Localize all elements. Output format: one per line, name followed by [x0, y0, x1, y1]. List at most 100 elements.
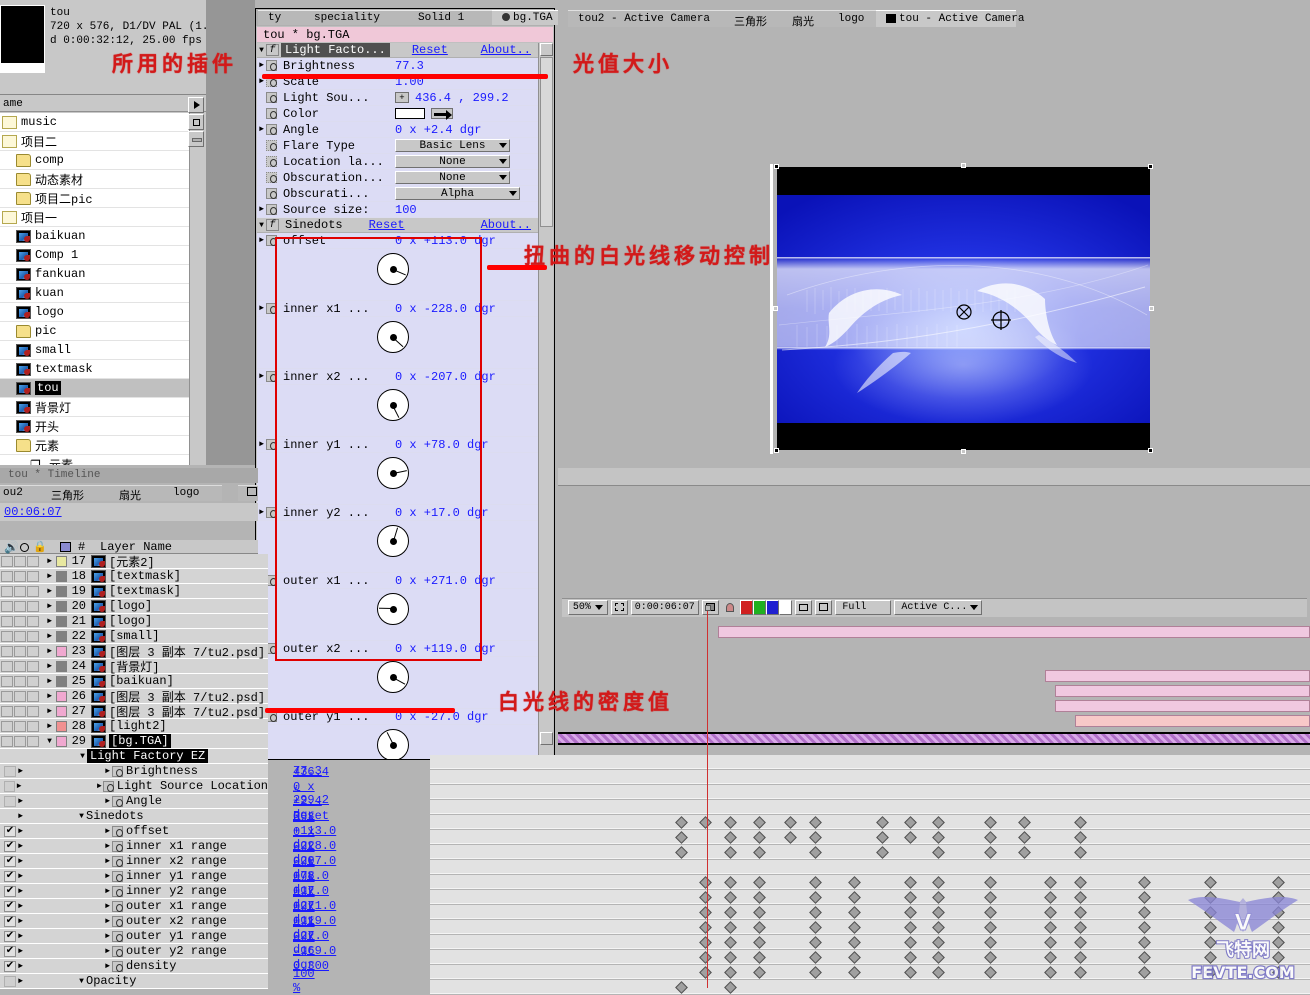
effect-tab[interactable]: Solid 1: [408, 10, 498, 25]
property-enable-checkbox[interactable]: [4, 765, 16, 777]
timeline-playhead[interactable]: [707, 608, 708, 988]
keyframe-row[interactable]: [430, 890, 1310, 904]
project-collapse-button[interactable]: [188, 131, 204, 147]
layer-color-swatch[interactable]: [56, 555, 67, 567]
keyframe-nav-icon[interactable]: ►: [16, 842, 25, 851]
layer-duration-bar[interactable]: [1055, 700, 1310, 712]
keyframe-nav-icon[interactable]: ►: [16, 962, 25, 971]
timeline-property-row[interactable]: ✔ ► ► inner x2 range 0 x -207.0 dgr: [0, 840, 336, 882]
parameter-value[interactable]: 436.4 , 299.2: [415, 91, 509, 105]
disclosure-triangle-icon[interactable]: ►: [45, 647, 54, 656]
effect-parameter-row[interactable]: ► Source size: 100: [257, 202, 553, 218]
project-item[interactable]: kuan: [0, 284, 189, 303]
disclosure-triangle-icon[interactable]: ►: [257, 236, 266, 245]
timeline-layer-row[interactable]: ► 18 [textmask]: [0, 569, 268, 584]
keyframe-nav-icon[interactable]: ►: [16, 977, 25, 986]
timeline-property-row[interactable]: ► ▼ Opacity 100 %: [0, 967, 315, 995]
solo-toggle[interactable]: [14, 735, 26, 747]
effect-parameter-row[interactable]: Flare Type Basic Lens: [257, 138, 553, 154]
project-item[interactable]: 元素: [0, 436, 189, 455]
disclosure-triangle-icon[interactable]: ►: [45, 587, 54, 596]
property-enable-checkbox[interactable]: ✔: [4, 930, 16, 942]
keyframe-row[interactable]: [430, 860, 1310, 874]
disclosure-triangle-icon[interactable]: ▼: [257, 46, 266, 55]
keyframe-row[interactable]: [430, 830, 1310, 844]
keyframe-nav-icon[interactable]: ►: [16, 902, 25, 911]
project-item-list[interactable]: music 项目二 comp 动态素材 项目二pic 项目一 baikuan Comp 1 fa…: [0, 113, 189, 465]
audio-toggle[interactable]: [1, 690, 13, 702]
project-item[interactable]: 开头: [0, 417, 189, 436]
keyframe-nav-icon[interactable]: ►: [16, 857, 25, 866]
timeline-property-row[interactable]: ✔ ► ► outer x2 range 0 x +119.0 dgr: [0, 900, 336, 942]
timeline-property-row[interactable]: ✔ ► ► outer y2 range 0 x -169.0 dgr: [0, 930, 336, 972]
timeline-tabs[interactable]: ou2 三角形 扇光 logo: [0, 485, 258, 503]
layer-color-swatch[interactable]: [56, 675, 67, 687]
effect-header[interactable]: ▼ f Sinedots Reset About..: [257, 218, 553, 233]
timeline-layer-row[interactable]: ► 19 [textmask]: [0, 584, 268, 599]
stopwatch-icon[interactable]: [266, 60, 277, 71]
layer-color-swatch[interactable]: [56, 660, 67, 672]
audio-toggle[interactable]: [1, 630, 13, 642]
eyedropper-icon[interactable]: [431, 108, 453, 120]
light-source-crosshair-icon[interactable]: [989, 308, 1013, 332]
effect-parameter-row[interactable]: ► Brightness 77.3: [257, 58, 553, 74]
property-enable-checkbox[interactable]: ✔: [4, 945, 16, 957]
property-enable-checkbox[interactable]: ✔: [4, 900, 16, 912]
project-scrollbar[interactable]: [189, 113, 205, 465]
lock-toggle[interactable]: [27, 555, 39, 567]
disclosure-triangle-icon[interactable]: ▼: [78, 752, 87, 761]
timeline-layer-row[interactable]: ► 28 [light2]: [0, 719, 268, 734]
effect-tab[interactable]: ty: [258, 10, 310, 25]
layer-color-swatch[interactable]: [56, 600, 67, 612]
property-enable-checkbox[interactable]: ✔: [4, 870, 16, 882]
disclosure-triangle-icon[interactable]: ►: [103, 962, 112, 971]
disclosure-triangle-icon[interactable]: ►: [45, 677, 54, 686]
stopwatch-icon[interactable]: [112, 795, 123, 807]
project-flyout-button[interactable]: [188, 97, 204, 113]
project-item[interactable]: fankuan: [0, 265, 189, 284]
keyframe-nav-icon[interactable]: ►: [16, 932, 25, 941]
stopwatch-icon[interactable]: [112, 885, 123, 897]
keyframe-nav-icon[interactable]: ►: [15, 782, 23, 791]
keyframe-nav-icon[interactable]: ►: [16, 887, 25, 896]
audio-toggle[interactable]: [1, 720, 13, 732]
project-item[interactable]: pic: [0, 322, 189, 341]
effect-parameter-row[interactable]: Location la... None: [257, 154, 553, 170]
stopwatch-icon[interactable]: [112, 765, 123, 777]
layer-color-swatch[interactable]: [56, 570, 67, 582]
parameter-value[interactable]: 77.3: [395, 59, 424, 73]
audio-toggle[interactable]: [1, 645, 13, 657]
timeline-property-row[interactable]: ✔ ► ► offset 0 x +113.0 dgr: [0, 810, 336, 852]
timeline-playhead-handle[interactable]: [705, 605, 711, 611]
effect-header[interactable]: ▼ f Light Facto... Reset About..: [257, 43, 553, 58]
lock-toggle[interactable]: [27, 630, 39, 642]
effect-tab[interactable]: bg.TGA: [492, 10, 564, 25]
timeline-layer-row[interactable]: ► 27 [图层 3 副本 7/tu2.psd]: [0, 704, 268, 720]
audio-toggle[interactable]: [1, 615, 13, 627]
stopwatch-icon[interactable]: [112, 945, 123, 957]
disclosure-triangle-icon[interactable]: ▼: [77, 977, 86, 986]
project-item[interactable]: 项目一: [0, 208, 189, 227]
audio-toggle[interactable]: [1, 570, 13, 582]
solo-toggle[interactable]: [14, 690, 26, 702]
timeline-property-row[interactable]: ► ► Brightness 77.3: [0, 764, 322, 779]
keyframe-nav-icon[interactable]: ►: [16, 767, 25, 776]
property-enable-checkbox[interactable]: ✔: [4, 840, 16, 852]
keyframe-row[interactable]: [430, 845, 1310, 859]
effect-reset-link[interactable]: Reset: [369, 218, 405, 232]
scroll-up-button[interactable]: [540, 43, 553, 56]
parameter-dropdown[interactable]: Alpha: [395, 187, 520, 200]
parameter-dropdown[interactable]: Basic Lens: [395, 139, 510, 152]
keyframe-row[interactable]: [430, 935, 1310, 949]
lock-toggle[interactable]: [27, 690, 39, 702]
timeline-layer-row[interactable]: ► 21 [logo]: [0, 614, 268, 629]
timeline-tab[interactable]: 扇光: [110, 485, 168, 503]
parameter-dropdown[interactable]: None: [395, 171, 510, 184]
project-side-buttons[interactable]: [188, 97, 208, 157]
stopwatch-icon[interactable]: [112, 930, 123, 942]
keyframe-nav-icon[interactable]: ►: [16, 797, 25, 806]
disclosure-triangle-icon[interactable]: ►: [103, 797, 112, 806]
project-item[interactable]: comp: [0, 151, 189, 170]
timeline-layer-list[interactable]: ► 17 [元素2] ► 18 [textmask] ► 19 [textmask] ► 20 [lo…: [0, 554, 336, 995]
layer-duration-bar[interactable]: [718, 626, 1310, 638]
